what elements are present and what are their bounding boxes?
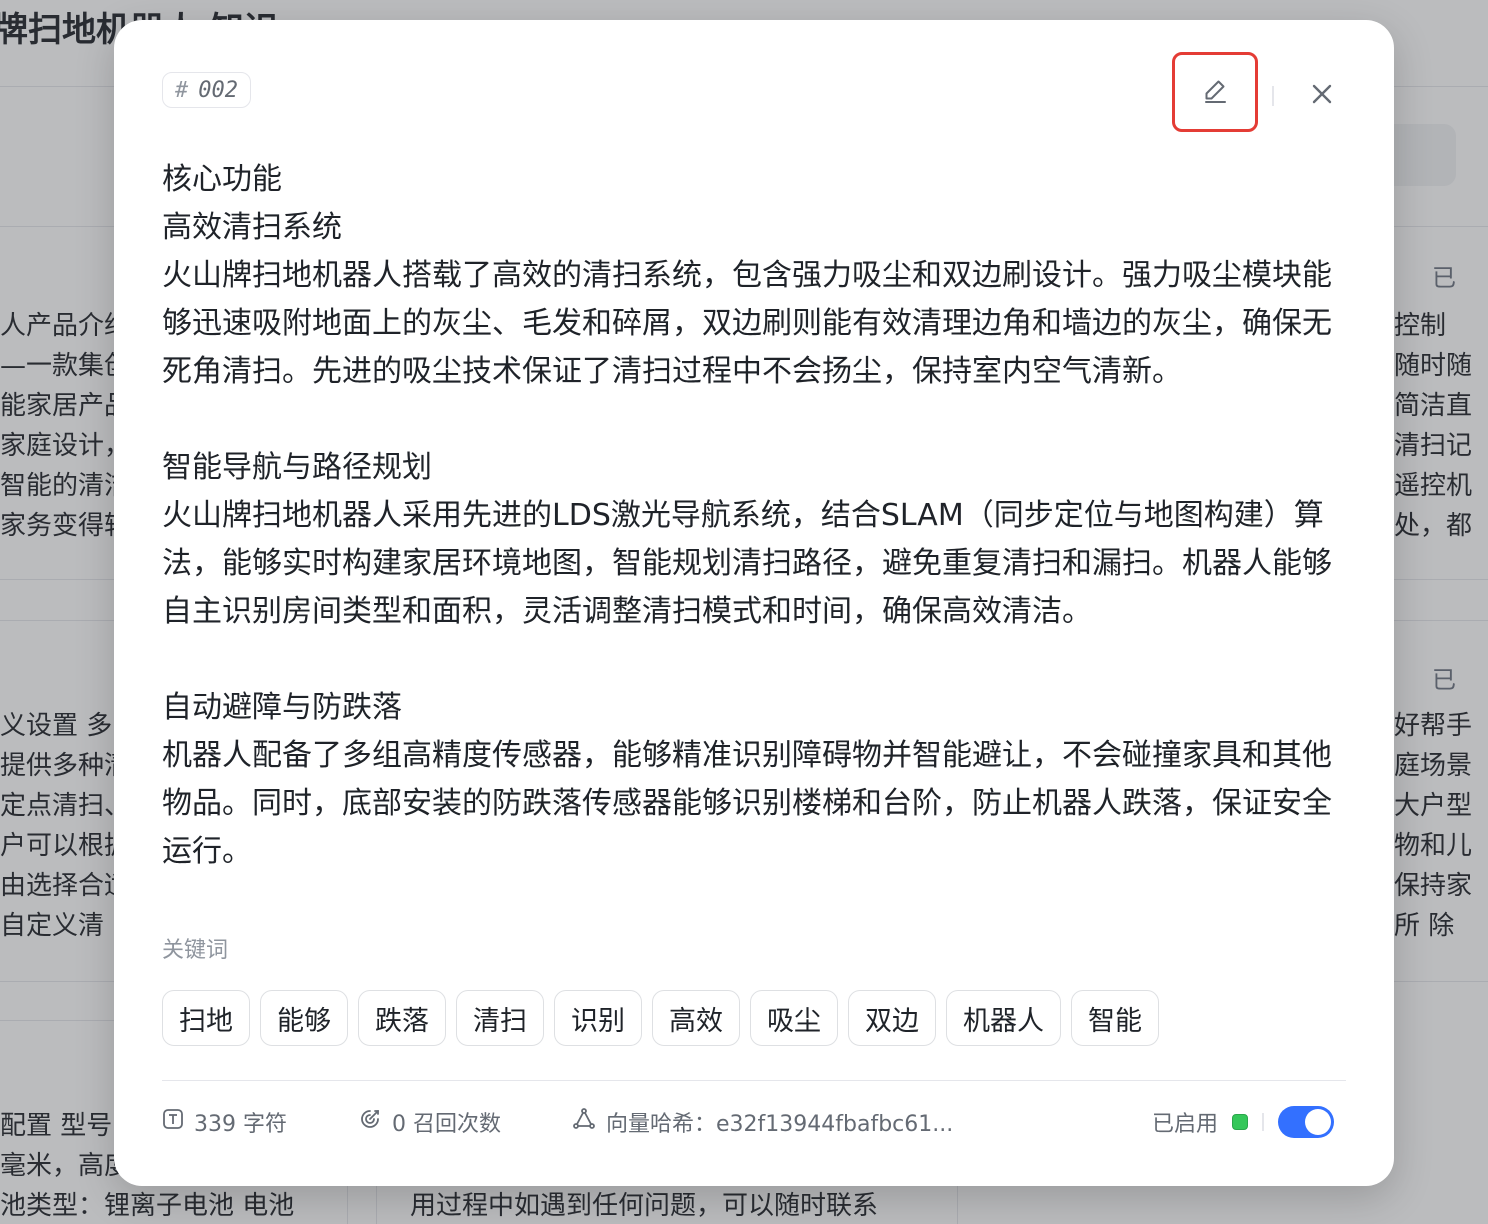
- edit-button[interactable]: [1172, 52, 1258, 132]
- chunk-id-badge: # 002: [162, 72, 251, 108]
- char-count-label: 339 字符: [194, 1112, 287, 1137]
- keyword-tag[interactable]: 识别: [554, 990, 642, 1046]
- keyword-tag[interactable]: 清扫: [456, 990, 544, 1046]
- text-icon: [162, 1108, 184, 1136]
- keyword-tag[interactable]: 跌落: [358, 990, 446, 1046]
- close-button[interactable]: [1302, 78, 1342, 114]
- vector-hash: 向量哈希：e32f13944fbafbc61...: [572, 1104, 953, 1140]
- keyword-tag[interactable]: 扫地: [162, 990, 250, 1046]
- chunk-id: 002: [198, 77, 238, 103]
- recall-count-label: 0 召回次数: [392, 1112, 501, 1137]
- recall-count: 0 召回次数: [358, 1104, 501, 1140]
- keyword-tag[interactable]: 机器人: [946, 990, 1061, 1046]
- keyword-tag[interactable]: 智能: [1071, 990, 1159, 1046]
- keyword-tag[interactable]: 双边: [848, 990, 936, 1046]
- keyword-tag[interactable]: 能够: [260, 990, 348, 1046]
- header-separator: [1272, 86, 1274, 106]
- pencil-icon: [1201, 76, 1229, 108]
- network-icon: [572, 1107, 596, 1137]
- vector-hash-label: 向量哈希：e32f13944fbafbc61...: [606, 1112, 954, 1137]
- keyword-tag[interactable]: 高效: [652, 990, 740, 1046]
- footer-divider: [162, 1080, 1346, 1081]
- keyword-tag[interactable]: 吸尘: [750, 990, 838, 1046]
- enable-toggle[interactable]: [1278, 1106, 1335, 1138]
- close-icon: [1312, 84, 1332, 108]
- chunk-detail-modal: # 002 核心功能 高效清扫系统 火山牌扫地机器人搭载了高效的清扫系统，包含强…: [114, 20, 1394, 1186]
- chunk-content: 核心功能 高效清扫系统 火山牌扫地机器人搭载了高效的清扫系统，包含强力吸尘和双边…: [162, 162, 1332, 869]
- hash-icon: #: [175, 77, 189, 103]
- footer-separator: [1262, 1113, 1265, 1131]
- keyword-list: 扫地 能够 跌落 清扫 识别 高效 吸尘 双边 机器人 智能: [162, 990, 1362, 1046]
- char-count: 339 字符: [162, 1104, 287, 1140]
- target-icon: [358, 1107, 382, 1137]
- status-indicator: [1232, 1114, 1249, 1130]
- keywords-label: 关键词: [162, 938, 229, 963]
- toggle-knob: [1305, 1109, 1332, 1135]
- status-label: 已启用: [1152, 1112, 1219, 1137]
- status-area: 已启用: [1152, 1104, 1335, 1140]
